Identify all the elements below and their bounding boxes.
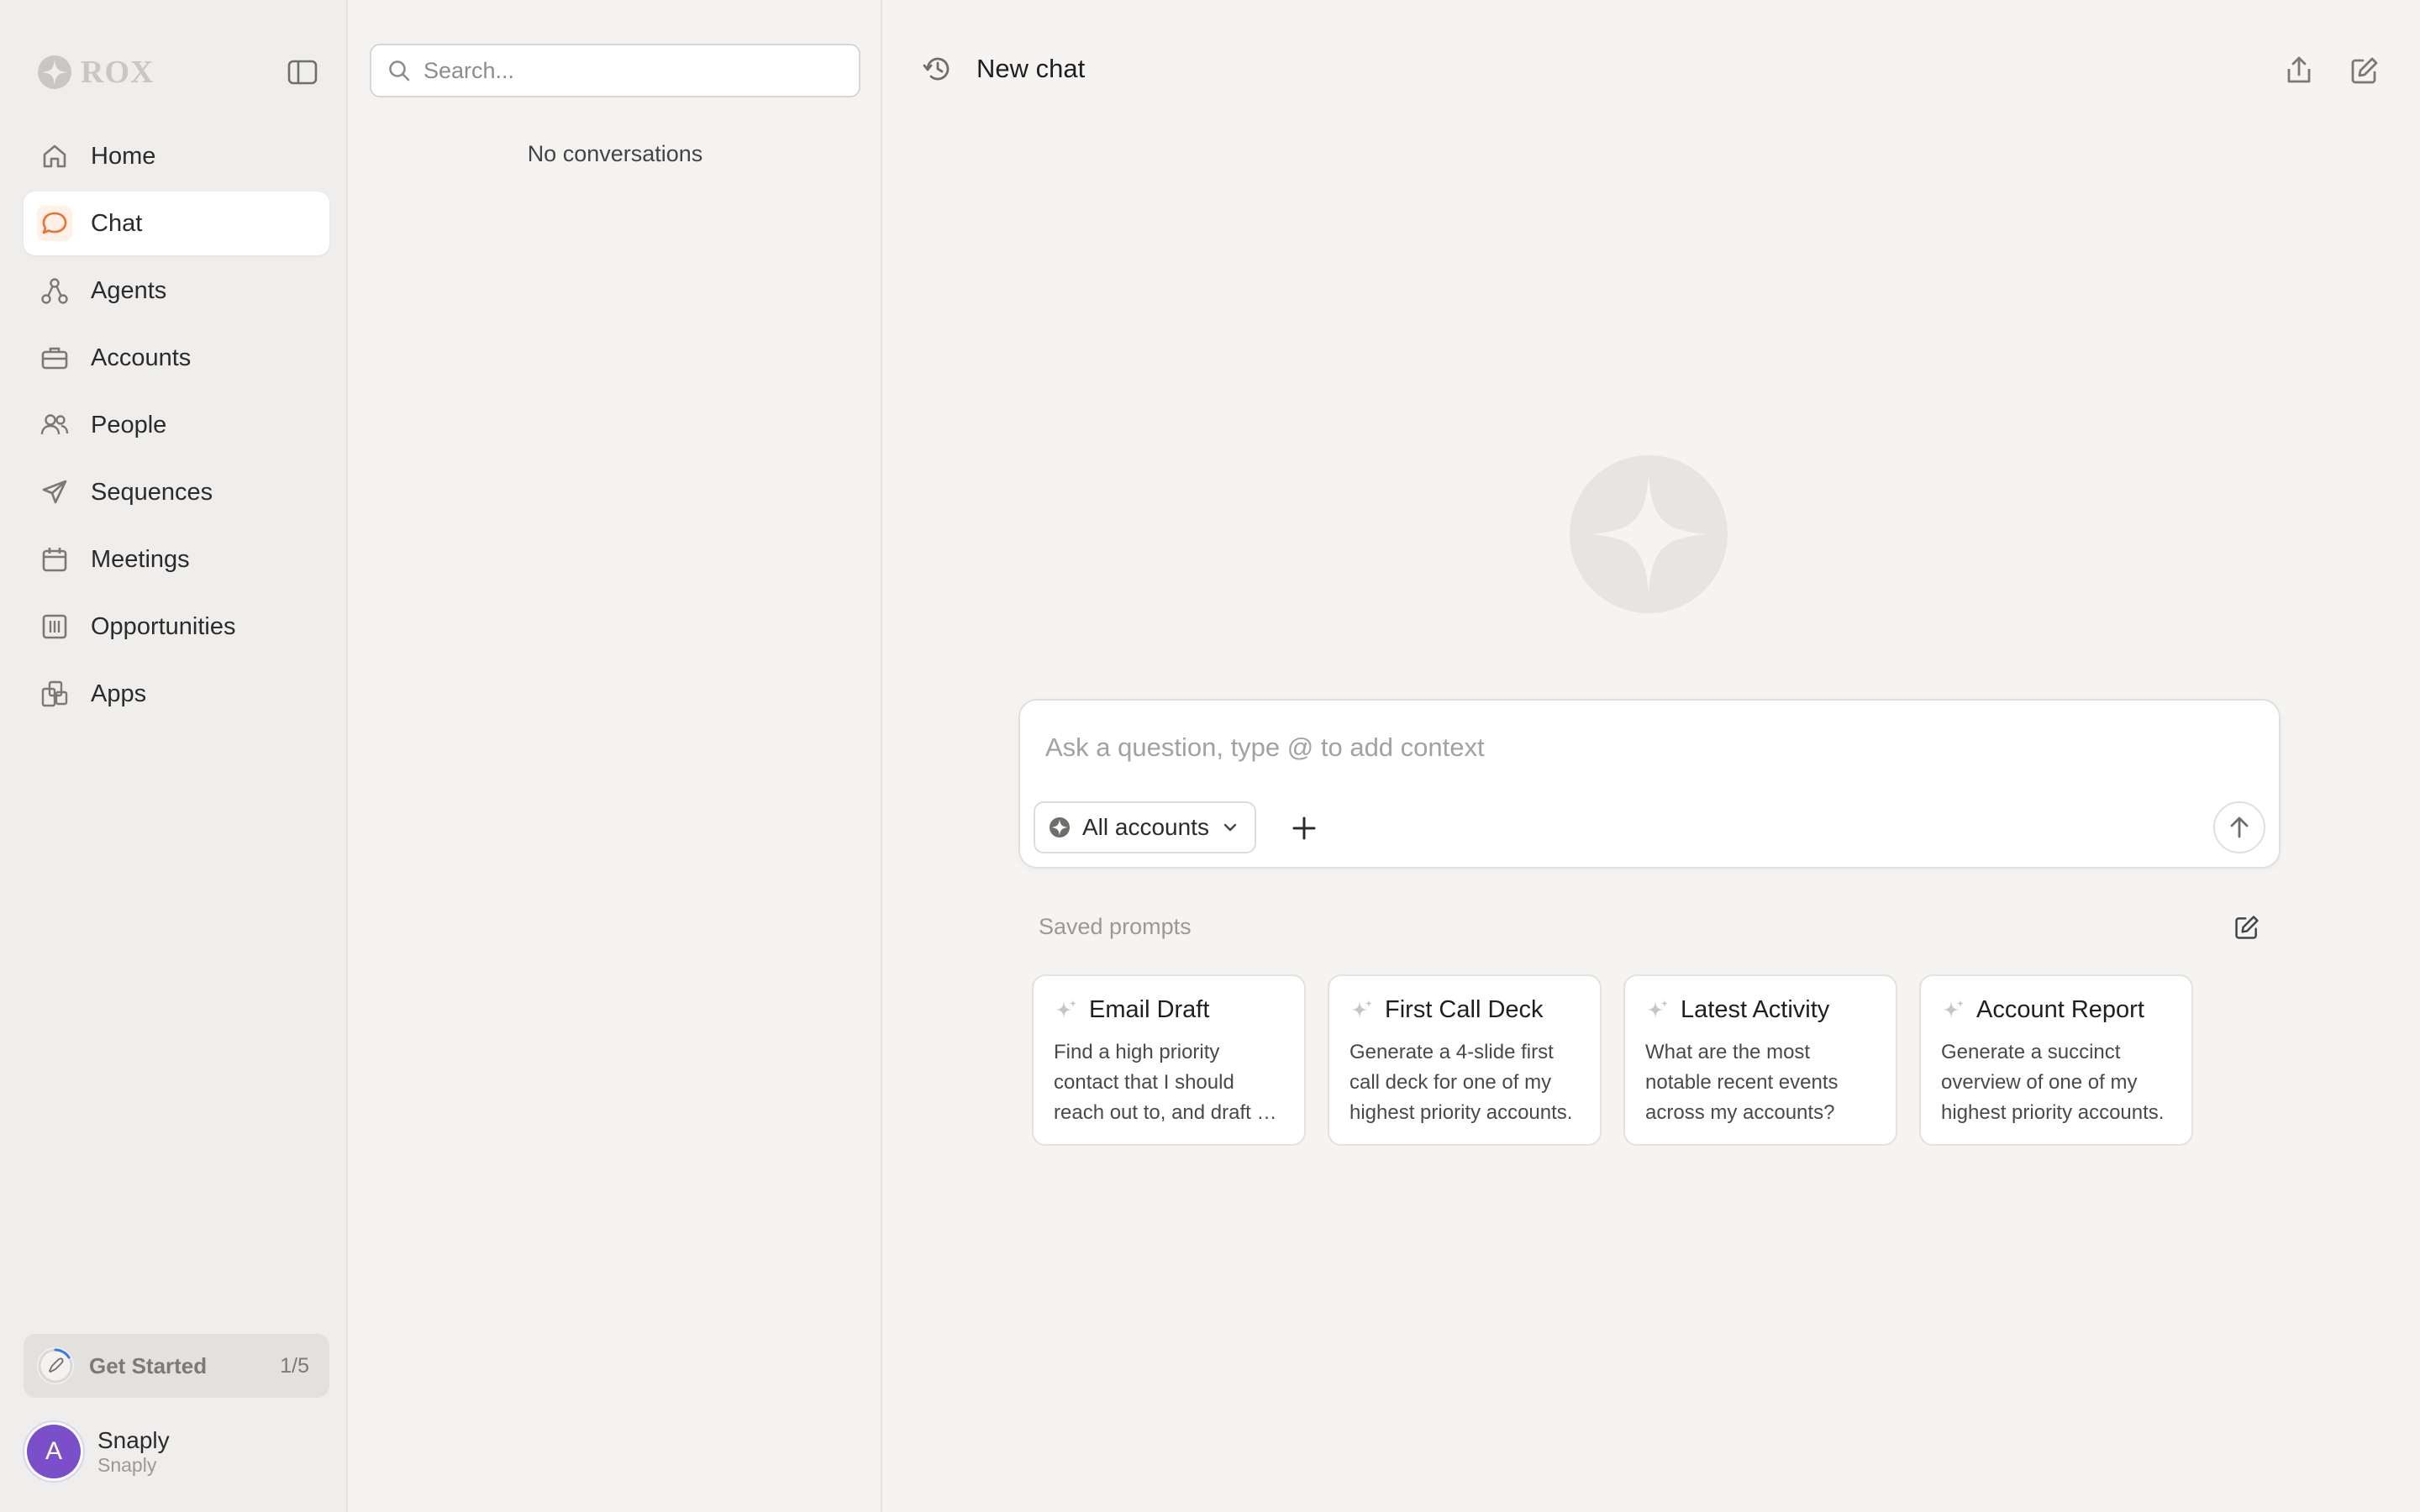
sidebar-item-apps[interactable]: Apps: [24, 662, 329, 726]
avatar: A: [27, 1425, 81, 1478]
prompt-description: Generate a 4-slide first call deck for o…: [1349, 1041, 1573, 1124]
search-icon: [389, 60, 410, 81]
rox-logo-icon: [1050, 817, 1070, 837]
saved-prompt-card[interactable]: Account Report Generate a succinct overv…: [1919, 974, 2193, 1146]
rox-logo-icon: [38, 55, 71, 89]
chevron-down-icon: [1223, 823, 1237, 832]
sidebar-item-label: Meetings: [91, 545, 190, 573]
sidebar-item-accounts[interactable]: Accounts: [24, 326, 329, 390]
prompt-title-row: Email Draft: [1054, 996, 1284, 1024]
brand-logo[interactable]: ROX: [37, 52, 154, 92]
sparkle-icon: [1648, 999, 1668, 1018]
rocket-progress-icon: [37, 1347, 74, 1384]
sparkle-icon: [1944, 999, 1964, 1018]
chat-header: New chat: [921, 52, 1085, 86]
people-icon: [37, 407, 72, 443]
prompt-title-row: Account Report: [1941, 996, 2171, 1024]
conversations-panel: No conversations: [348, 0, 882, 1512]
edit-saved-prompts-button[interactable]: [2230, 911, 2264, 944]
search-box[interactable]: [370, 44, 860, 97]
hero-logo: [1570, 455, 1728, 613]
search-input[interactable]: [424, 57, 844, 84]
sidebar-item-label: Chat: [91, 209, 143, 237]
columns-icon: [37, 609, 72, 644]
page-title: New chat: [976, 54, 1086, 83]
sidebar-item-sequences[interactable]: Sequences: [24, 460, 329, 524]
chat-input[interactable]: [1045, 732, 2222, 763]
saved-prompt-card[interactable]: First Call Deck Generate a 4-slide first…: [1328, 974, 1602, 1146]
rox-star-icon: [1590, 475, 1707, 593]
edit-icon: [2235, 916, 2259, 939]
chat-composer: All accounts: [1018, 699, 2281, 869]
prompt-title: Account Report: [1976, 996, 2144, 1023]
sparkle-icon: [1056, 999, 1076, 1018]
prompt-title-row: Latest Activity: [1645, 996, 1876, 1024]
prompt-description: Find a high priority contact that I shou…: [1054, 1041, 1280, 1124]
plus-icon: [1292, 816, 1316, 840]
account-filter-dropdown[interactable]: All accounts: [1034, 801, 1256, 853]
user-name: Snaply: [97, 1426, 170, 1453]
sidebar-item-label: Opportunities: [91, 612, 236, 640]
share-icon: [2287, 56, 2311, 83]
prompt-description: Generate a succinct overview of one of m…: [1941, 1041, 2165, 1124]
calendar-icon: [37, 542, 72, 577]
sidebar-item-label: Accounts: [91, 344, 192, 371]
empty-conversations-text: No conversations: [527, 141, 703, 166]
prompt-title: First Call Deck: [1385, 996, 1544, 1023]
sidebar-item-label: Home: [91, 142, 156, 170]
get-started-button[interactable]: Get Started 1/5: [24, 1334, 329, 1398]
saved-prompt-card[interactable]: Email Draft Find a high priority contact…: [1032, 974, 1306, 1146]
get-started-label: Get Started: [89, 1352, 208, 1378]
briefcase-icon: [37, 340, 72, 375]
edit-icon: [2351, 57, 2378, 84]
prompt-title: Latest Activity: [1681, 996, 1830, 1023]
sidebar-item-agents[interactable]: Agents: [24, 259, 329, 323]
prompt-title: Email Draft: [1089, 996, 1210, 1023]
sidebar-item-people[interactable]: People: [24, 393, 329, 457]
arrow-up-icon: [2230, 816, 2249, 838]
user-org: Snaply: [97, 1453, 157, 1476]
saved-prompt-card[interactable]: Latest Activity What are the most notabl…: [1623, 974, 1897, 1146]
prompt-title-row: First Call Deck: [1349, 996, 1580, 1024]
apps-icon: [37, 676, 72, 711]
chat-bubble-icon: [37, 206, 72, 241]
agents-icon: [37, 273, 72, 308]
brand-name: ROX: [81, 55, 155, 90]
send-icon: [37, 475, 72, 510]
home-icon: [37, 139, 72, 174]
sidebar-item-chat[interactable]: Chat: [24, 192, 329, 255]
saved-prompts-heading: Saved prompts: [1039, 914, 1192, 939]
sidebar-item-opportunities[interactable]: Opportunities: [24, 595, 329, 659]
send-button[interactable]: [2213, 801, 2265, 853]
history-icon[interactable]: [921, 52, 955, 86]
user-profile[interactable]: A Snaply Snaply: [27, 1425, 170, 1478]
account-filter-label: All accounts: [1082, 814, 1209, 840]
sparkle-icon: [1352, 999, 1372, 1018]
sidebar-item-label: Agents: [91, 276, 167, 304]
header-actions: [2282, 54, 2381, 87]
get-started-progress: 1/5: [280, 1353, 309, 1378]
new-chat-button[interactable]: [2348, 54, 2381, 87]
sidebar-item-label: People: [91, 411, 167, 438]
sidebar-item-label: Sequences: [91, 478, 213, 506]
user-info: Snaply Snaply: [97, 1427, 170, 1477]
sidebar-item-label: Apps: [91, 680, 147, 707]
share-button[interactable]: [2282, 54, 2316, 87]
chat-main: New chat All accounts: [882, 0, 2420, 1512]
sidebar-item-home[interactable]: Home: [24, 124, 329, 188]
sidebar-item-meetings[interactable]: Meetings: [24, 528, 329, 591]
sidebar-toggle-button[interactable]: [286, 57, 319, 87]
app-root: ROX Home Chat Agents Accounts People Seq…: [0, 0, 2420, 1512]
sidebar-panel-icon: [287, 60, 318, 85]
sidebar-nav: Home Chat Agents Accounts People Sequenc…: [24, 124, 329, 729]
sidebar: ROX Home Chat Agents Accounts People Seq…: [0, 0, 348, 1512]
prompt-description: What are the most notable recent events …: [1645, 1041, 1839, 1124]
saved-prompts-list: Email Draft Find a high priority contact…: [1032, 974, 2193, 1146]
add-context-button[interactable]: [1286, 810, 1323, 847]
